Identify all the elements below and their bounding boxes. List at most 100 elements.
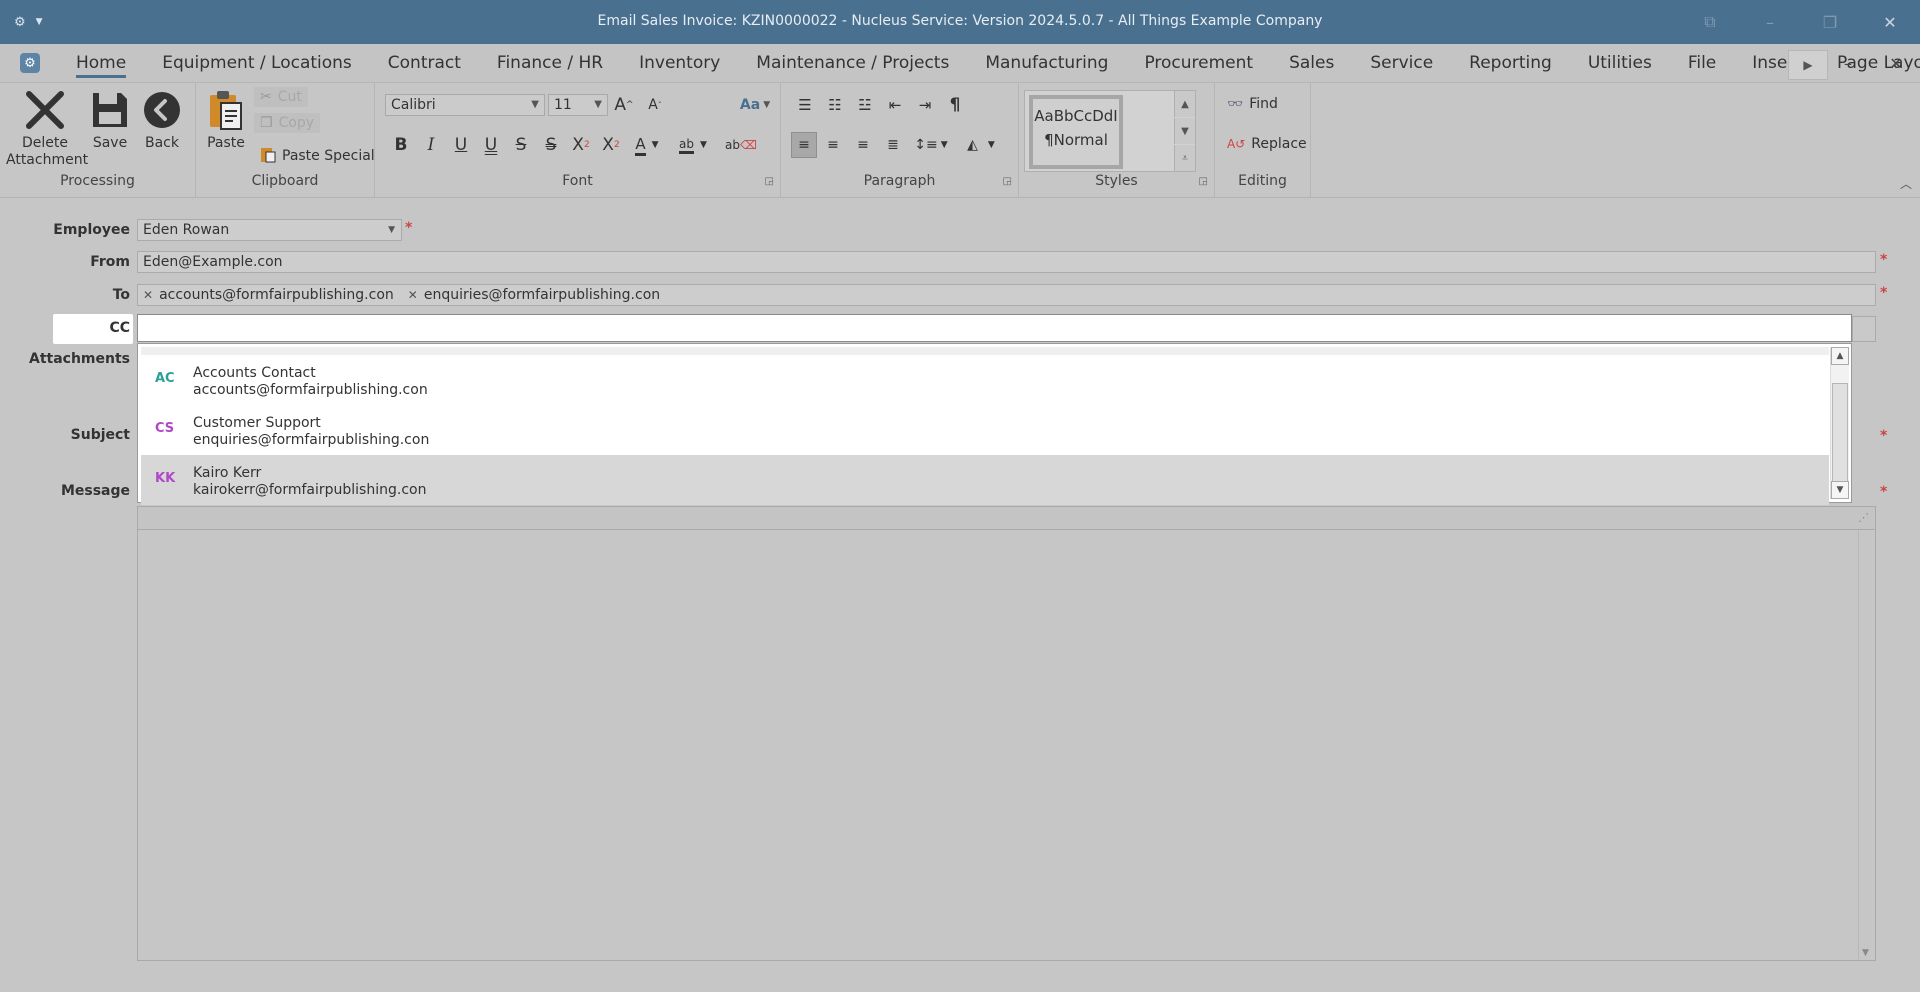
bullets-icon[interactable]: ☰ — [793, 93, 817, 117]
grow-font-icon[interactable]: A ^ — [612, 93, 636, 117]
tab-utilities[interactable]: Utilities — [1570, 44, 1670, 82]
decrease-indent-icon[interactable]: ⇤ — [883, 93, 907, 117]
to-label: To — [112, 287, 130, 303]
tab-service[interactable]: Service — [1352, 44, 1451, 82]
scroll-down-icon[interactable]: ▼ — [1862, 948, 1869, 958]
superscript-icon[interactable]: X2 — [569, 133, 593, 157]
recipient-email: accounts@formfairpublishing.con — [159, 287, 394, 303]
replace-button[interactable]: A↺ Replace — [1227, 136, 1307, 152]
paragraph-dialog-launcher-icon[interactable]: ◲ — [1003, 176, 1012, 187]
styles-dialog-launcher-icon[interactable]: ◲ — [1199, 176, 1208, 187]
line-spacing-icon[interactable]: ↕≡ ▼ — [911, 133, 951, 157]
tab-equipment-locations[interactable]: Equipment / Locations — [144, 44, 370, 82]
show-paragraph-marks-icon[interactable]: ¶ — [943, 93, 967, 117]
styles-scroll-down-icon[interactable]: ▼ — [1174, 118, 1195, 144]
resize-grip-icon[interactable]: ⋰ — [1858, 511, 1869, 524]
italic-icon[interactable]: I — [419, 133, 443, 157]
font-dialog-launcher-icon[interactable]: ◲ — [765, 176, 774, 187]
tab-file[interactable]: File — [1670, 44, 1734, 82]
increase-indent-icon[interactable]: ⇥ — [913, 93, 937, 117]
font-size-select[interactable]: 11 ▼ — [548, 94, 608, 116]
cut-button[interactable]: ✂ Cut — [254, 87, 308, 107]
scroll-up-icon[interactable]: ▲ — [1831, 347, 1849, 365]
align-center-icon[interactable]: ≡ — [821, 133, 845, 157]
minimize-button[interactable]: – — [1740, 0, 1800, 44]
scroll-down-icon[interactable]: ▼ — [1831, 481, 1849, 499]
window-controls: ⧉ – ❐ ✕ — [1680, 0, 1920, 44]
employee-select[interactable]: Eden Rowan ▼ — [137, 219, 402, 241]
save-button[interactable]: Save — [88, 87, 132, 152]
suggestion-item[interactable]: CS Customer Support enquiries@formfairpu… — [141, 405, 1829, 455]
to-field[interactable]: ✕ accounts@formfairpublishing.con ✕ enqu… — [137, 284, 1876, 306]
cc-input[interactable] — [137, 314, 1852, 342]
document-close-button[interactable]: ✕ — [1872, 44, 1920, 82]
message-editor[interactable]: ▼ — [137, 530, 1876, 961]
group-clipboard: Paste ✂ Cut ❐ Copy Paste Special Clipboa… — [196, 83, 375, 197]
tab-manufacturing[interactable]: Manufacturing — [967, 44, 1126, 82]
numbering-icon[interactable]: ☷ — [823, 93, 847, 117]
highlight-icon[interactable]: ab ▼ — [675, 133, 711, 157]
collapse-ribbon-icon[interactable]: ︿ — [1900, 175, 1912, 192]
tab-scroll-right-button[interactable]: ▶ — [1788, 50, 1828, 80]
paste-label: Paste — [207, 135, 245, 151]
cc-label: CC — [109, 320, 130, 336]
bold-icon[interactable]: B — [389, 133, 413, 157]
tab-contract[interactable]: Contract — [370, 44, 479, 82]
multilevel-list-icon[interactable]: ☳ — [853, 93, 877, 117]
tab-home[interactable]: Home — [58, 44, 144, 82]
required-marker: * — [1880, 428, 1888, 444]
paste-special-button[interactable]: Paste Special — [260, 145, 375, 167]
shrink-font-icon[interactable]: Aˇ — [643, 93, 667, 117]
document-minimize-button[interactable]: – — [1824, 44, 1872, 82]
paste-button[interactable]: Paste — [204, 87, 248, 152]
change-case-icon[interactable]: Aa ▼ — [735, 93, 775, 117]
tab-reporting[interactable]: Reporting — [1451, 44, 1570, 82]
from-field[interactable]: Eden@Example.con — [137, 251, 1876, 273]
cc-suggestion-dropdown: AC Accounts Contact accounts@formfairpub… — [137, 343, 1852, 505]
recipient-chip: ✕ accounts@formfairpublishing.con — [143, 287, 394, 303]
tab-procurement[interactable]: Procurement — [1126, 44, 1271, 82]
find-button[interactable]: 👓 Find — [1227, 96, 1278, 112]
tab-maintenance-projects[interactable]: Maintenance / Projects — [738, 44, 967, 82]
dropdown-scrollbar[interactable]: ▲ ▼ — [1830, 347, 1849, 499]
restore-layout-icon[interactable]: ⧉ — [1680, 0, 1740, 44]
styles-expand-icon[interactable]: ⩡ — [1174, 145, 1195, 171]
remove-recipient-icon[interactable]: ✕ — [408, 288, 418, 302]
scrollbar-thumb[interactable] — [1832, 383, 1848, 485]
close-button[interactable]: ✕ — [1860, 0, 1920, 44]
employee-label: Employee — [53, 222, 130, 238]
strikethrough-icon[interactable]: S — [509, 133, 533, 157]
suggestion-item[interactable]: AC Accounts Contact accounts@formfairpub… — [141, 355, 1829, 405]
tab-inventory[interactable]: Inventory — [621, 44, 738, 82]
style-normal[interactable]: AaBbCcDdI ¶Normal — [1029, 95, 1123, 169]
copy-button[interactable]: ❐ Copy — [254, 113, 321, 133]
delete-attachment-button[interactable]: Delete Attachment — [6, 87, 88, 169]
remove-recipient-icon[interactable]: ✕ — [143, 288, 153, 302]
underline-icon[interactable]: U — [449, 133, 473, 157]
double-strikethrough-icon[interactable]: S — [539, 133, 563, 157]
styles-scroll-up-icon[interactable]: ▲ — [1174, 91, 1195, 117]
align-right-icon[interactable]: ≡ — [851, 133, 875, 157]
tab-finance-hr[interactable]: Finance / HR — [479, 44, 621, 82]
font-family-select[interactable]: Calibri ▼ — [385, 94, 545, 116]
font-color-icon[interactable]: A ▼ — [629, 133, 665, 157]
shading-icon[interactable]: ◭ ▼ — [959, 133, 1003, 157]
subscript-icon[interactable]: X2 — [599, 133, 623, 157]
clear-formatting-icon[interactable]: ab ⌫ — [725, 133, 757, 157]
group-font: Calibri ▼ 11 ▼ A ^ Aˇ Aa ▼ B I U U S S X2 … — [375, 83, 781, 197]
delete-label-line1: Delete — [22, 135, 68, 151]
message-scrollbar[interactable]: ▼ — [1858, 530, 1875, 960]
paste-special-icon — [260, 145, 276, 167]
back-button[interactable]: Back — [140, 87, 184, 152]
align-left-icon[interactable]: ≡ — [791, 132, 817, 158]
double-underline-icon[interactable]: U — [479, 133, 503, 157]
contact-name: Customer Support — [193, 415, 321, 431]
justify-icon[interactable]: ≣ — [881, 133, 905, 157]
group-label-styles: Styles — [1095, 173, 1138, 189]
suggestion-item-selected[interactable]: KK Kairo Kerr kairokerr@formfairpublishi… — [141, 455, 1829, 505]
tab-sales[interactable]: Sales — [1271, 44, 1352, 82]
app-settings-icon[interactable]: ⚙ — [20, 53, 40, 73]
maximize-button[interactable]: ❐ — [1800, 0, 1860, 44]
message-label: Message — [60, 483, 130, 499]
group-editing: 👓 Find A↺ Replace Editing — [1215, 83, 1311, 197]
